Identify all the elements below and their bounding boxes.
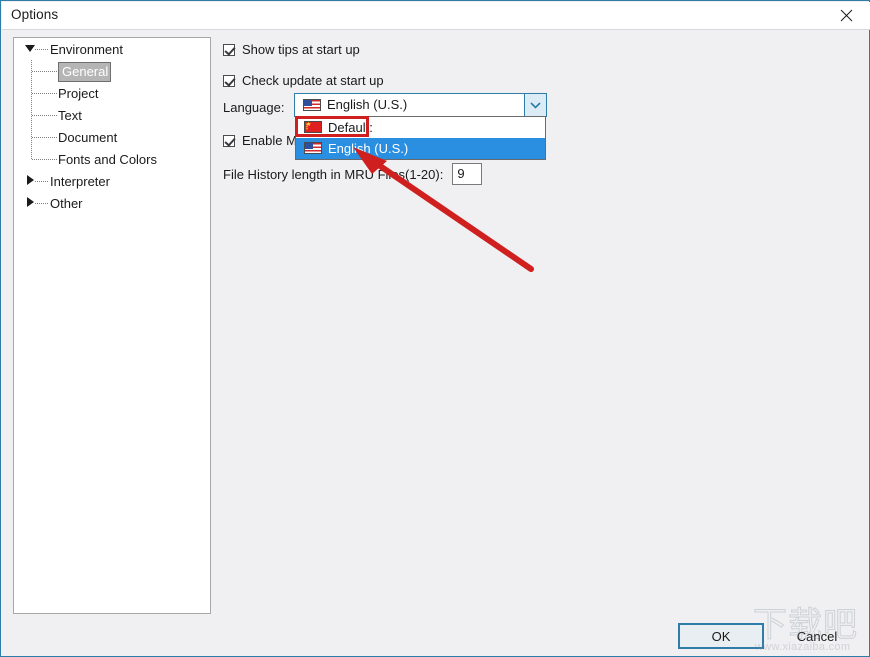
window-title: Options — [11, 7, 59, 22]
tree-item-document[interactable]: Document — [14, 126, 210, 148]
dropdown-item-default[interactable]: Default: — [295, 116, 545, 138]
mru-files-label: File History length in MRU Files(1-20): — [223, 166, 444, 182]
tree-item-label: Document — [58, 129, 118, 145]
dropdown-item-label: English (U.S.) — [328, 141, 409, 156]
dropdown-item-label: Default: — [328, 120, 373, 135]
check-update-checkbox[interactable]: Check update at start up — [223, 73, 384, 88]
tree-connector — [35, 181, 48, 182]
tree-connector — [32, 137, 58, 138]
enable-m-checkbox[interactable]: Enable M — [223, 133, 297, 148]
tree-item-text[interactable]: Text — [14, 104, 210, 126]
tree-item-environment[interactable]: Environment — [14, 38, 210, 60]
mru-files-input[interactable]: 9 — [452, 163, 483, 185]
tree-item-general[interactable]: General — [14, 60, 210, 82]
check-update-label: Check update at start up — [242, 73, 384, 88]
ok-button[interactable]: OK — [678, 623, 764, 649]
language-combobox[interactable]: English (U.S.) — [294, 93, 547, 117]
tree-item-project[interactable]: Project — [14, 82, 210, 104]
checkbox-icon[interactable] — [223, 134, 235, 147]
language-dropdown-list[interactable]: Default: English (U.S.) — [295, 116, 546, 160]
cancel-button[interactable]: Cancel — [774, 623, 860, 649]
enable-m-label: Enable M — [242, 133, 297, 148]
show-tips-label: Show tips at start up — [242, 42, 360, 57]
tree-item-fonts-and-colors[interactable]: Fonts and Colors — [14, 148, 210, 170]
tree-item-label: General — [58, 61, 112, 82]
chevron-right-icon[interactable] — [27, 175, 34, 185]
tree-connector — [32, 71, 58, 72]
tree-connector — [32, 159, 58, 160]
flag-us-icon — [304, 142, 322, 154]
chevron-down-icon[interactable] — [25, 45, 35, 52]
tree-connector — [31, 148, 32, 159]
close-icon[interactable] — [824, 2, 868, 29]
options-dialog: Options Environment General Project Text… — [0, 0, 870, 657]
checkbox-icon[interactable] — [223, 43, 235, 56]
flag-us-icon — [303, 99, 321, 111]
flag-cn-icon — [304, 121, 322, 133]
title-bar: Options — [2, 2, 870, 30]
mru-files-row: File History length in MRU Files(1-20): … — [223, 163, 483, 185]
tree-connector — [32, 115, 58, 116]
tree-item-interpreter[interactable]: Interpreter — [14, 170, 210, 192]
show-tips-checkbox[interactable]: Show tips at start up — [223, 42, 360, 57]
tree-connector — [32, 93, 58, 94]
chevron-right-icon[interactable] — [27, 197, 34, 207]
tree-item-other[interactable]: Other — [14, 192, 210, 214]
tree-item-label: Other — [50, 195, 83, 211]
checkbox-icon[interactable] — [223, 74, 235, 87]
dropdown-item-english-us[interactable]: English (U.S.) — [296, 138, 545, 159]
tree-connector — [35, 203, 48, 204]
chevron-down-icon[interactable] — [524, 94, 546, 116]
language-value: English (U.S.) — [327, 97, 408, 112]
tree-connector — [35, 49, 48, 50]
general-settings-pane: Show tips at start up Check update at st… — [223, 37, 853, 597]
settings-tree[interactable]: Environment General Project Text Documen… — [13, 37, 211, 614]
language-label: Language: — [223, 100, 285, 115]
